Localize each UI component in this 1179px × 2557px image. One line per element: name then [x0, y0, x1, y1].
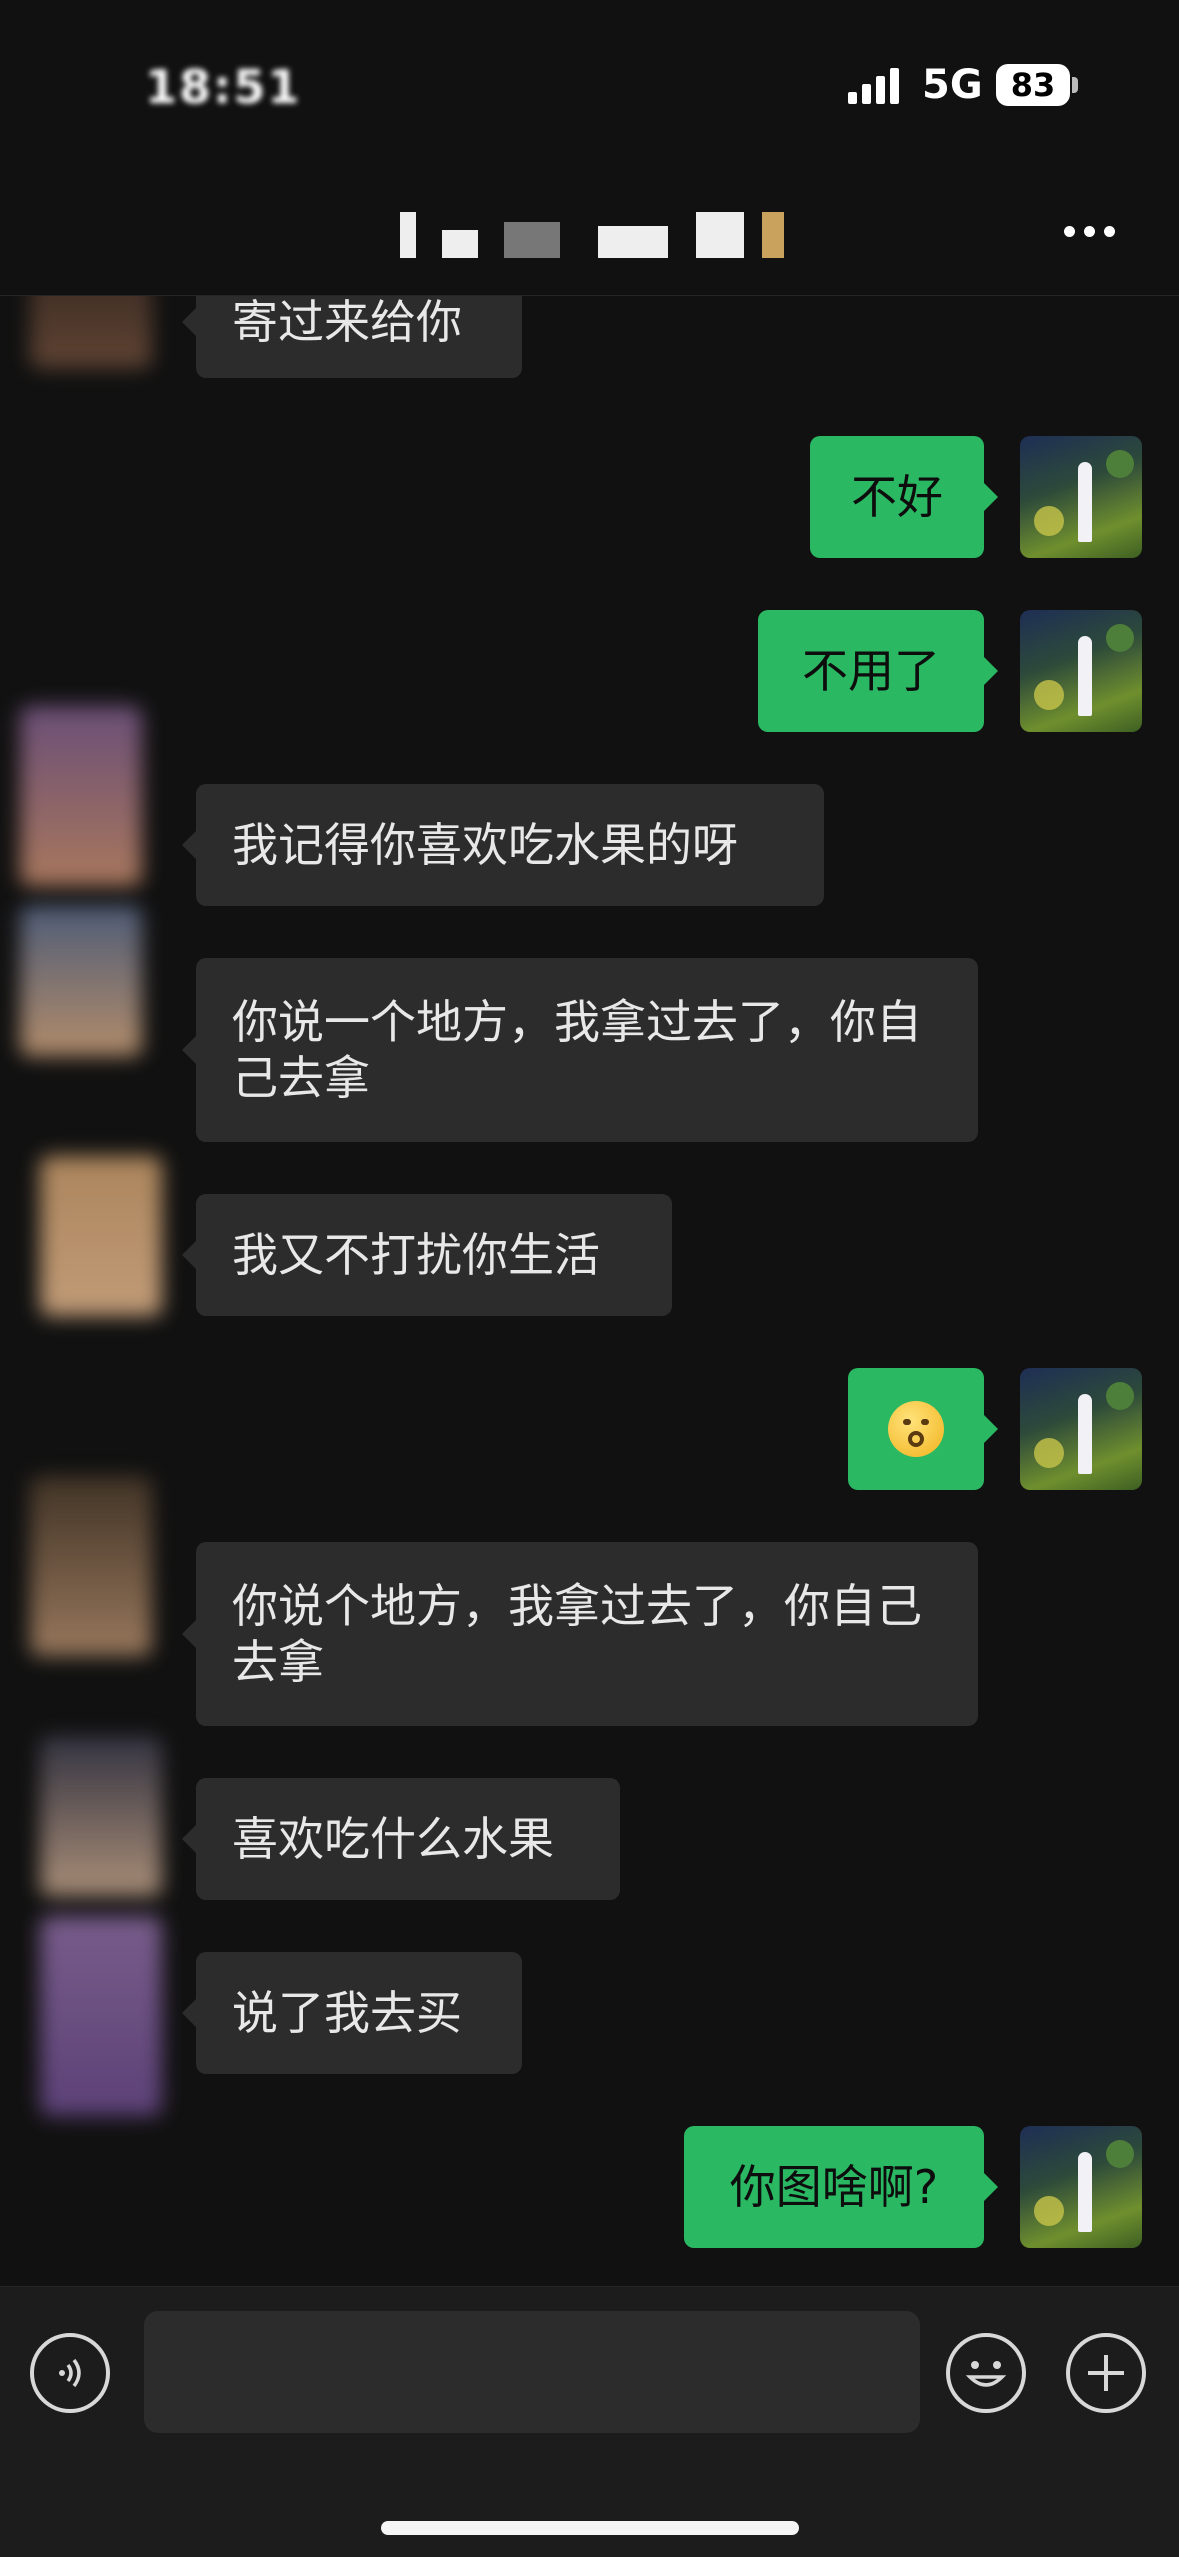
smiley-icon — [965, 2361, 1007, 2387]
message-bubble-incoming[interactable]: 我又不打扰你生活 — [182, 1194, 672, 1316]
emoji-button[interactable] — [946, 2333, 1026, 2413]
voice-input-button[interactable] — [30, 2333, 110, 2413]
battery-level: 83 — [1010, 66, 1056, 104]
pixel-block — [762, 212, 784, 258]
contact-avatar[interactable] — [20, 706, 142, 886]
self-avatar[interactable] — [1020, 2126, 1142, 2248]
home-indicator[interactable] — [381, 2521, 799, 2535]
pixel-block — [696, 212, 744, 258]
self-avatar[interactable] — [1020, 1368, 1142, 1490]
more-options-icon[interactable] — [1064, 222, 1124, 237]
add-attachment-button[interactable] — [1066, 2333, 1146, 2413]
message-bubble-incoming[interactable]: 喜欢吃什么水果 — [182, 1778, 620, 1900]
self-avatar[interactable] — [1020, 610, 1142, 732]
pixel-block — [442, 230, 478, 258]
self-avatar[interactable] — [1020, 436, 1142, 558]
chat-header — [0, 170, 1179, 296]
battery-icon: 83 — [996, 64, 1070, 106]
pixel-block — [504, 222, 560, 258]
message-list[interactable]: 寄过来给你 不好 不用了 我记得你喜欢吃水果的呀 你说一个地方，我拿过去了，你自… — [0, 296, 1179, 2286]
contact-avatar[interactable] — [40, 1916, 162, 2116]
cellular-signal-icon — [848, 68, 899, 104]
message-bubble-incoming[interactable]: 说了我去买 — [182, 1952, 522, 2074]
network-type: 5G — [922, 62, 983, 108]
message-bubble-incoming[interactable]: 我记得你喜欢吃水果的呀 — [182, 784, 824, 906]
message-bubble-incoming[interactable]: 你说个地方，我拿过去了，你自己去拿 — [182, 1542, 978, 1726]
plus-icon — [1088, 2355, 1124, 2391]
status-time: 18:51 — [145, 60, 302, 114]
pixel-block — [400, 212, 416, 258]
message-bubble-outgoing[interactable]: 你图啥啊? — [684, 2126, 998, 2248]
hushed-face-emoji-icon — [888, 1401, 944, 1457]
status-bar: 18:51 5G 83 — [0, 0, 1179, 170]
contact-avatar[interactable] — [40, 1736, 162, 1896]
message-bubble-outgoing[interactable]: 不好 — [810, 436, 998, 558]
contact-avatar[interactable] — [40, 1156, 162, 1316]
message-bubble-incoming[interactable]: 你说一个地方，我拿过去了，你自己去拿 — [182, 958, 978, 1142]
message-input[interactable] — [144, 2311, 920, 2433]
message-bubble-incoming[interactable]: 寄过来给你 — [182, 296, 522, 378]
pixel-block — [598, 226, 668, 258]
message-bubble-outgoing[interactable]: 不用了 — [758, 610, 998, 732]
battery-nub — [1072, 77, 1078, 93]
message-bubble-outgoing[interactable] — [848, 1368, 998, 1490]
contact-avatar[interactable] — [20, 906, 142, 1056]
voice-icon — [59, 2358, 81, 2388]
input-bar — [0, 2286, 1179, 2557]
contact-avatar[interactable] — [30, 296, 152, 368]
contact-avatar[interactable] — [30, 1476, 152, 1656]
chat-title-pixelated[interactable] — [400, 212, 800, 258]
